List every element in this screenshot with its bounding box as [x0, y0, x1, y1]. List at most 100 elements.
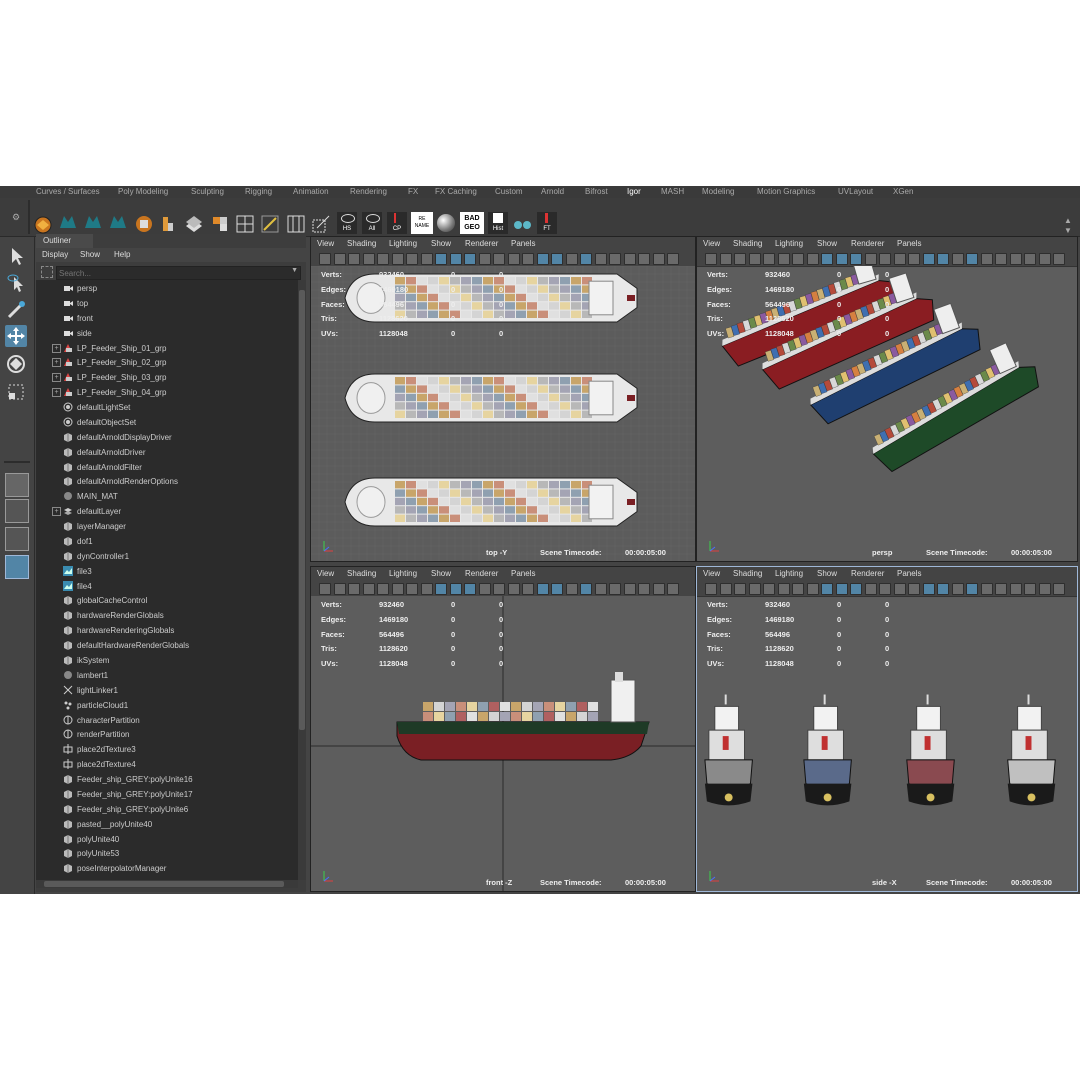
shelf-tab-motion-graphics[interactable]: Motion Graphics	[757, 186, 815, 198]
outliner-item[interactable]: lightLinker1	[36, 683, 298, 698]
shelf-tab-xgen[interactable]: XGen	[893, 186, 913, 198]
panel-menu-panels[interactable]: Panels	[511, 237, 535, 250]
shelf-tab-rendering[interactable]: Rendering	[350, 186, 387, 198]
motion-blur-icon[interactable]	[536, 583, 549, 595]
search-field[interactable]: ▼	[56, 266, 301, 280]
outliner-item[interactable]: pasted__polyUnite40	[36, 817, 298, 832]
resolution-gate-icon[interactable]	[763, 583, 775, 595]
shelf-icon-teal-2[interactable]	[83, 212, 103, 232]
outliner-item[interactable]: hardwareRenderGlobals	[36, 608, 298, 623]
xray-joints-icon[interactable]	[995, 253, 1007, 265]
gate-mask-icon[interactable]	[391, 253, 404, 265]
grid-icon[interactable]	[821, 583, 833, 595]
outliner-item[interactable]: + LP_Feeder_Ship_02_grp	[36, 355, 298, 370]
shelf-scroll-down-icon[interactable]: ▼	[1064, 226, 1072, 235]
wireframe-icon[interactable]	[449, 583, 462, 595]
shaded-icon[interactable]	[464, 583, 476, 595]
lights-icon[interactable]	[879, 253, 891, 265]
image-plane-icon[interactable]	[348, 583, 360, 595]
safe-action-icon[interactable]	[420, 583, 433, 595]
exposure-icon[interactable]	[1053, 253, 1065, 265]
outliner-item[interactable]: renderPartition	[36, 727, 298, 742]
shelf-icon-bevel[interactable]	[210, 214, 230, 234]
viewport-front[interactable]: View Shading Lighting Show Renderer Panels Ver…	[310, 566, 696, 892]
shelf-tab-sculpting[interactable]: Sculpting	[191, 186, 224, 198]
camera-attr-icon[interactable]	[705, 583, 717, 595]
film-gate-icon[interactable]	[748, 583, 761, 595]
aa-icon[interactable]	[551, 253, 563, 265]
panel-menu-view[interactable]: View	[317, 567, 334, 580]
outliner-item[interactable]: Feeder_ship_GREY:polyUnite16	[36, 772, 298, 787]
motion-blur-icon[interactable]	[922, 253, 935, 265]
lights-icon[interactable]	[879, 583, 891, 595]
panel-menu-lighting[interactable]: Lighting	[775, 567, 803, 580]
scale-tool-icon[interactable]	[5, 381, 27, 403]
motion-blur-icon[interactable]	[536, 253, 549, 265]
four-view-layout-icon[interactable]	[5, 499, 29, 523]
backface-icon[interactable]	[1009, 253, 1022, 265]
shelf-tab-animation[interactable]: Animation	[293, 186, 329, 198]
shadows-icon[interactable]	[507, 253, 520, 265]
backface-icon[interactable]	[623, 583, 636, 595]
shelf-icon-teal-1[interactable]	[58, 212, 78, 232]
resolution-gate-icon[interactable]	[763, 253, 775, 265]
shelf-icon-sphere[interactable]	[33, 215, 53, 235]
grid-icon[interactable]	[435, 253, 447, 265]
field-chart-icon[interactable]	[792, 583, 804, 595]
panel-menu-renderer[interactable]: Renderer	[851, 237, 884, 250]
outliner-item[interactable]: place2dTexture4	[36, 757, 298, 772]
move-tool-icon[interactable]	[5, 325, 27, 347]
shelf-tab-fx-caching[interactable]: FX Caching	[435, 186, 477, 198]
shelf-icon-multicut[interactable]	[235, 214, 255, 234]
ft-button[interactable]: FT	[537, 212, 557, 234]
outliner-item[interactable]: polyUnite53	[36, 846, 298, 861]
image-plane-icon[interactable]	[348, 253, 360, 265]
outliner-item[interactable]: defaultArnoldDriver	[36, 445, 298, 460]
panel-menu-view[interactable]: View	[317, 237, 334, 250]
xray-icon[interactable]	[594, 583, 607, 595]
outliner-menu-help[interactable]: Help	[114, 248, 130, 262]
xray-icon[interactable]	[980, 583, 993, 595]
gate-mask-icon[interactable]	[391, 583, 404, 595]
image-plane-icon[interactable]	[734, 583, 746, 595]
scrollbar-thumb[interactable]	[299, 290, 305, 730]
shadows-icon[interactable]	[893, 253, 906, 265]
ao-icon[interactable]	[908, 583, 920, 595]
outliner-item[interactable]: defaultArnoldFilter	[36, 460, 298, 475]
textured-icon[interactable]	[478, 583, 491, 595]
shadows-icon[interactable]	[893, 583, 906, 595]
resolution-gate-icon[interactable]	[377, 583, 389, 595]
outliner-menu-show[interactable]: Show	[80, 248, 100, 262]
isolate-icon[interactable]	[580, 583, 592, 595]
wireframe-icon[interactable]	[835, 253, 848, 265]
grid-icon[interactable]	[821, 253, 833, 265]
gate-mask-icon[interactable]	[777, 583, 790, 595]
xray-icon[interactable]	[980, 253, 993, 265]
exposure-icon[interactable]	[667, 253, 679, 265]
camera-attr-icon[interactable]	[319, 253, 331, 265]
renderer-icon[interactable]	[1038, 583, 1051, 595]
camera-attr-icon[interactable]	[705, 253, 717, 265]
dof-icon[interactable]	[951, 583, 964, 595]
all-button[interactable]: All	[362, 212, 382, 234]
field-chart-icon[interactable]	[792, 253, 804, 265]
shelf-tab-igor[interactable]: Igor	[627, 186, 641, 198]
ao-icon[interactable]	[908, 253, 920, 265]
hud-icon[interactable]	[1024, 253, 1036, 265]
renderer-icon[interactable]	[1038, 253, 1051, 265]
panel-menu-lighting[interactable]: Lighting	[389, 567, 417, 580]
shelf-tab-arnold[interactable]: Arnold	[541, 186, 564, 198]
expand-icon[interactable]: +	[52, 358, 61, 368]
shaded-icon[interactable]	[464, 253, 476, 265]
outliner-item[interactable]: + LP_Feeder_Ship_04_grp	[36, 385, 298, 400]
panel-menu-panels[interactable]: Panels	[511, 567, 535, 580]
viewport-persp[interactable]: View Shading Lighting Show Renderer Panels Ver…	[696, 236, 1078, 562]
exposure-icon[interactable]	[1053, 583, 1065, 595]
shelf-icon-loop[interactable]	[286, 214, 306, 234]
outliner-item[interactable]: + LP_Feeder_Ship_01_grp	[36, 341, 298, 356]
lights-icon[interactable]	[493, 253, 505, 265]
panel-menu-renderer[interactable]: Renderer	[465, 567, 498, 580]
outliner-item[interactable]: characterPartition	[36, 713, 298, 728]
shelf-tab-modeling[interactable]: Modeling	[702, 186, 734, 198]
safe-action-icon[interactable]	[806, 583, 819, 595]
